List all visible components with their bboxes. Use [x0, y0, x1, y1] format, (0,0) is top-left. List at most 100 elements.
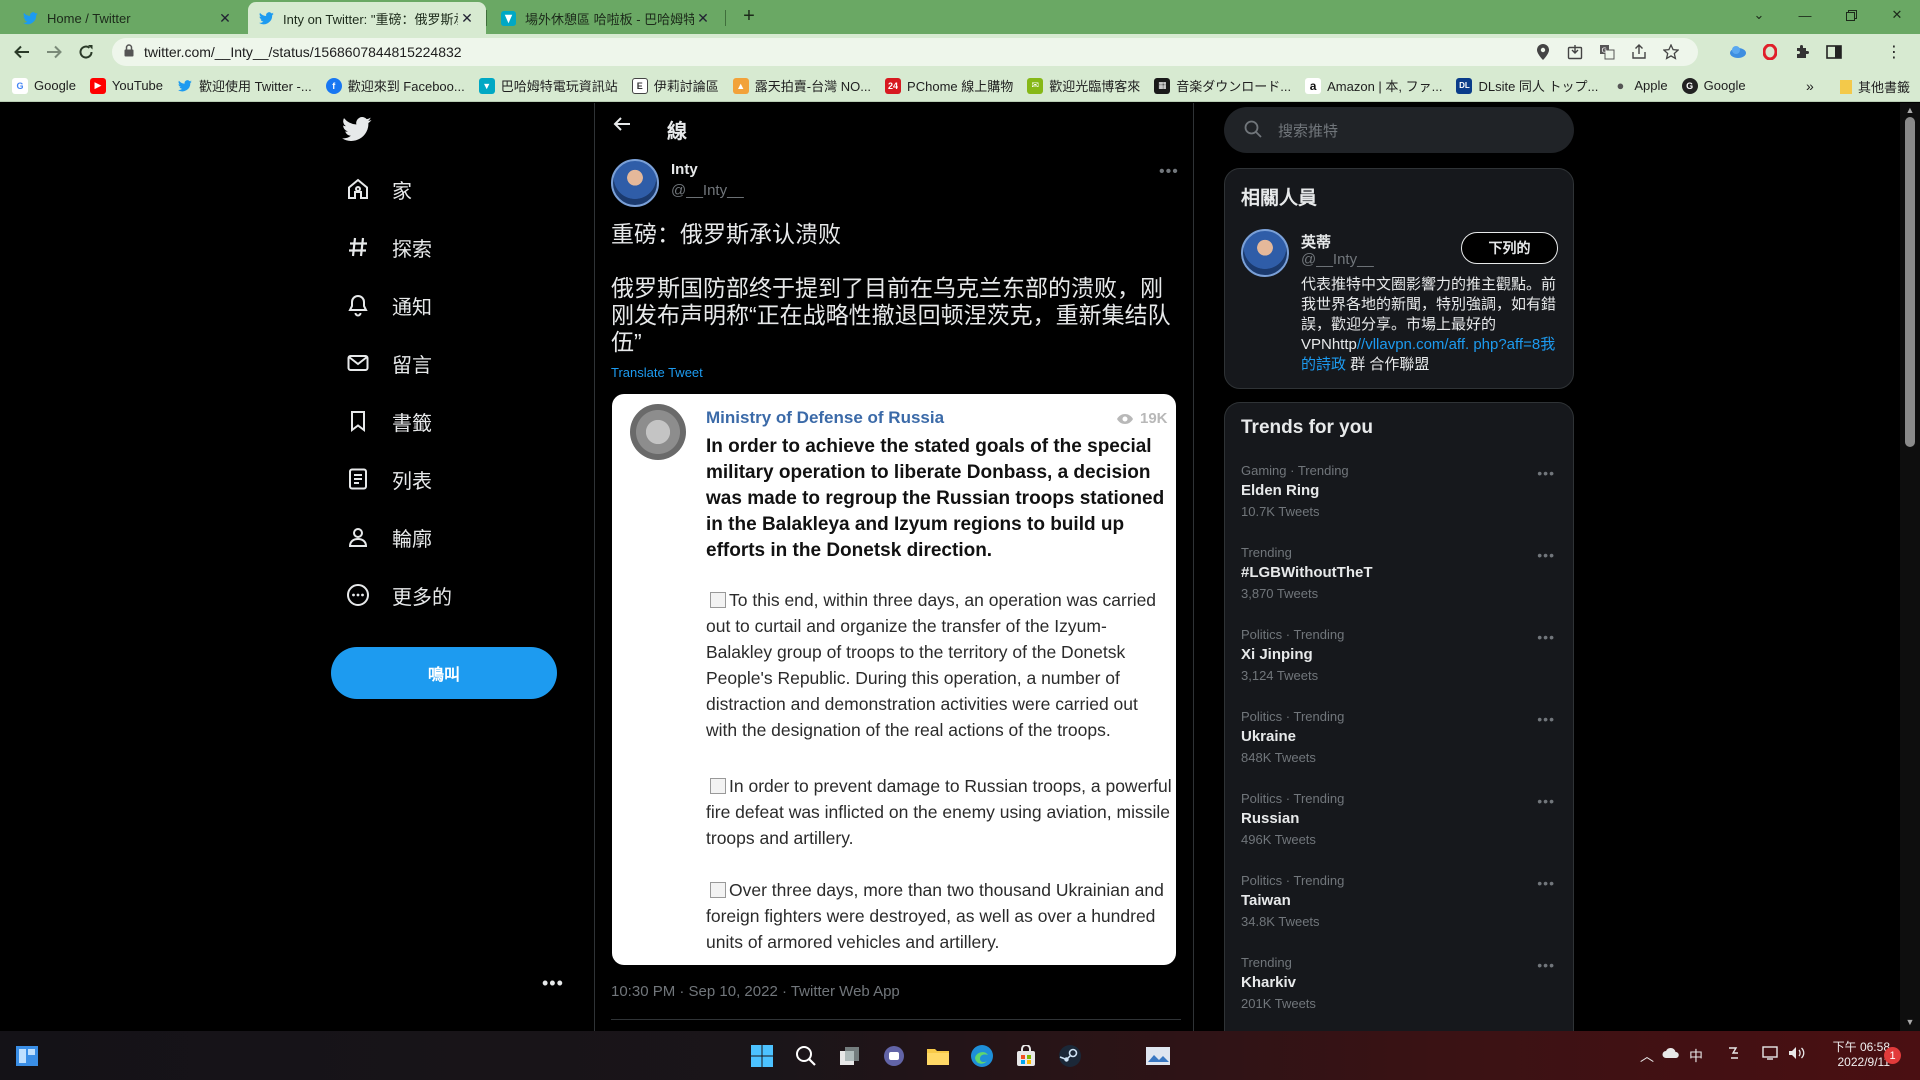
forward-icon[interactable] [42, 40, 66, 64]
bookmark-amazon[interactable]: a Amazon | 本, ファ... [1305, 76, 1442, 95]
translate-icon[interactable]: G [1598, 43, 1616, 61]
trend-item[interactable]: Politics · Trending Taiwan 34.8K Tweets … [1241, 873, 1559, 951]
search-input[interactable]: 搜索推特 [1224, 107, 1574, 153]
search-icon[interactable] [793, 1043, 819, 1069]
more-options-icon[interactable]: ••• [1537, 629, 1555, 645]
bookmark-pchome[interactable]: 24 PChome 線上購物 [885, 76, 1013, 95]
nav-notifications[interactable]: 通知 [344, 285, 432, 325]
tab-home-twitter[interactable]: Home / Twitter ✕ [12, 2, 244, 34]
location-icon[interactable] [1534, 43, 1552, 61]
edge-icon[interactable] [969, 1043, 995, 1069]
author-handle[interactable]: @__Inty__ [671, 182, 744, 199]
trend-item[interactable]: Trending #LGBWithoutTheT 3,870 Tweets ••… [1241, 545, 1559, 623]
nav-lists[interactable]: 列表 [344, 459, 432, 499]
scroll-down-icon[interactable]: ▼ [1905, 1017, 1915, 1027]
translate-tweet-link[interactable]: Translate Tweet [611, 365, 703, 380]
more-options-icon[interactable]: ••• [1537, 793, 1555, 809]
bookmark-youtube[interactable]: ▶ YouTube [89, 77, 163, 94]
bookmark-music[interactable]: ▦ 音楽ダウンロード... [1154, 76, 1291, 95]
back-arrow-icon[interactable] [613, 115, 631, 138]
nav-bookmarks[interactable]: 書籤 [344, 401, 432, 441]
network-icon[interactable] [1762, 1046, 1780, 1063]
page-scrollbar[interactable]: ▲ ▼ [1900, 103, 1920, 1031]
bookmark-ruten[interactable]: ▲ 露天拍賣-台灣 NO... [732, 76, 871, 95]
tray-overflow-icon[interactable]: ︿ [1640, 1046, 1654, 1066]
widgets-icon[interactable] [14, 1043, 40, 1069]
minimize-button[interactable]: — [1782, 0, 1828, 30]
steam-icon[interactable] [1057, 1043, 1083, 1069]
tab-bahamut[interactable]: 場外休憩區 哈啦板 - 巴哈姆特 ✕ [490, 2, 722, 34]
puzzle-icon[interactable] [1792, 43, 1812, 61]
twitter-logo-icon[interactable] [342, 117, 372, 147]
scrollbar-thumb[interactable] [1905, 117, 1915, 447]
trend-item[interactable]: Trending Kharkiv 201K Tweets ••• [1241, 955, 1559, 1031]
bookmarks-overflow-icon[interactable]: » [1806, 78, 1814, 94]
author-name[interactable]: Inty [671, 161, 698, 178]
close-window-button[interactable]: ✕ [1874, 0, 1920, 30]
more-options-icon[interactable]: ••• [1537, 547, 1555, 563]
system-clock[interactable]: 下午 06:58 2022/9/11 [1820, 1040, 1890, 1070]
more-options-icon[interactable]: ••• [1537, 875, 1555, 891]
nav-profile[interactable]: 輪廓 [344, 517, 432, 557]
notification-badge[interactable]: 1 [1884, 1047, 1901, 1064]
more-options-icon[interactable]: ••• [1537, 957, 1555, 973]
bookmark-facebook[interactable]: f 歡迎來到 Faceboo... [325, 76, 465, 95]
avatar[interactable] [611, 159, 659, 207]
other-bookmarks[interactable]: 其他書籤 [1840, 77, 1910, 96]
onedrive-icon[interactable] [1662, 1046, 1680, 1062]
nav-home[interactable]: 家 [344, 169, 412, 209]
trend-item[interactable]: Politics · Trending Russian 496K Tweets … [1241, 791, 1559, 869]
back-icon[interactable] [10, 40, 34, 64]
bookmark-google[interactable]: G Google [12, 77, 76, 94]
follow-button[interactable]: 下列的 [1461, 232, 1558, 264]
tweet-image[interactable]: Ministry of Defense of Russia 19K In ord… [612, 394, 1176, 965]
close-icon[interactable]: ✕ [694, 10, 712, 27]
star-icon[interactable] [1662, 43, 1680, 61]
trend-item[interactable]: Gaming · Trending Elden Ring 10.7K Tweet… [1241, 463, 1559, 541]
nav-messages[interactable]: 留言 [344, 343, 432, 383]
teams-chat-icon[interactable] [881, 1043, 907, 1069]
trend-item[interactable]: Politics · Trending Ukraine 848K Tweets … [1241, 709, 1559, 787]
tweet-timestamp[interactable]: 10:30 PM · Sep 10, 2022 · Twitter Web Ap… [611, 983, 900, 1000]
restore-button[interactable] [1828, 0, 1874, 30]
nav-explore[interactable]: 探索 [344, 227, 432, 267]
bookmark-eyny[interactable]: E 伊莉討論區 [631, 76, 719, 95]
more-options-icon[interactable]: ••• [1159, 163, 1179, 181]
volume-icon[interactable] [1788, 1046, 1806, 1063]
person-name[interactable]: 英蒂 [1301, 231, 1331, 252]
kebab-menu-icon[interactable]: ⋮ [1884, 43, 1904, 61]
bookmark-apple[interactable]: ● Apple [1612, 78, 1667, 94]
install-app-icon[interactable] [1566, 43, 1584, 61]
side-panel-icon[interactable] [1824, 43, 1844, 61]
ime-indicator[interactable]: 中 [1689, 1046, 1703, 1066]
close-icon[interactable]: ✕ [216, 10, 234, 27]
bookmark-books[interactable]: ✉ 歡迎光臨博客來 [1027, 76, 1140, 95]
close-icon[interactable]: ✕ [458, 10, 476, 27]
input-mode-icon[interactable] [1726, 1046, 1740, 1063]
opera-icon[interactable] [1760, 43, 1780, 61]
bookmark-google-2[interactable]: G Google [1681, 77, 1746, 94]
avatar[interactable] [1241, 229, 1289, 277]
person-handle[interactable]: @__Inty__ [1301, 251, 1374, 268]
nav-more[interactable]: 更多的 [344, 575, 452, 615]
more-options-icon[interactable]: ••• [1537, 465, 1555, 481]
tweet-button[interactable]: 鳴叫 [331, 647, 557, 699]
address-bar[interactable]: twitter.com/__Inty__/status/156860784481… [112, 38, 1698, 66]
tab-inty-tweet[interactable]: Inty on Twitter: "重磅：俄罗斯承 ✕ [248, 2, 486, 34]
store-icon[interactable] [1013, 1043, 1039, 1069]
account-menu-icon[interactable]: ••• [542, 973, 564, 994]
share-icon[interactable] [1630, 43, 1648, 61]
more-options-icon[interactable]: ••• [1537, 711, 1555, 727]
photos-icon[interactable] [1145, 1043, 1171, 1069]
trend-item[interactable]: Politics · Trending Xi Jinping 3,124 Twe… [1241, 627, 1559, 705]
bookmark-dlsite[interactable]: DL DLsite 同人 トップ... [1456, 76, 1598, 95]
task-view-icon[interactable] [837, 1043, 863, 1069]
reload-icon[interactable] [74, 40, 98, 64]
cloud-extension-icon[interactable] [1728, 43, 1748, 61]
windows-start-icon[interactable] [749, 1043, 775, 1069]
tab-search-icon[interactable]: ⌄ [1736, 0, 1782, 30]
bookmark-twitter[interactable]: 歡迎使用 Twitter -... [177, 76, 312, 95]
file-explorer-icon[interactable] [925, 1043, 951, 1069]
new-tab-button[interactable]: + [738, 6, 760, 28]
bookmark-bahamut[interactable]: ▼ 巴哈姆特電玩資訊站 [478, 76, 618, 95]
